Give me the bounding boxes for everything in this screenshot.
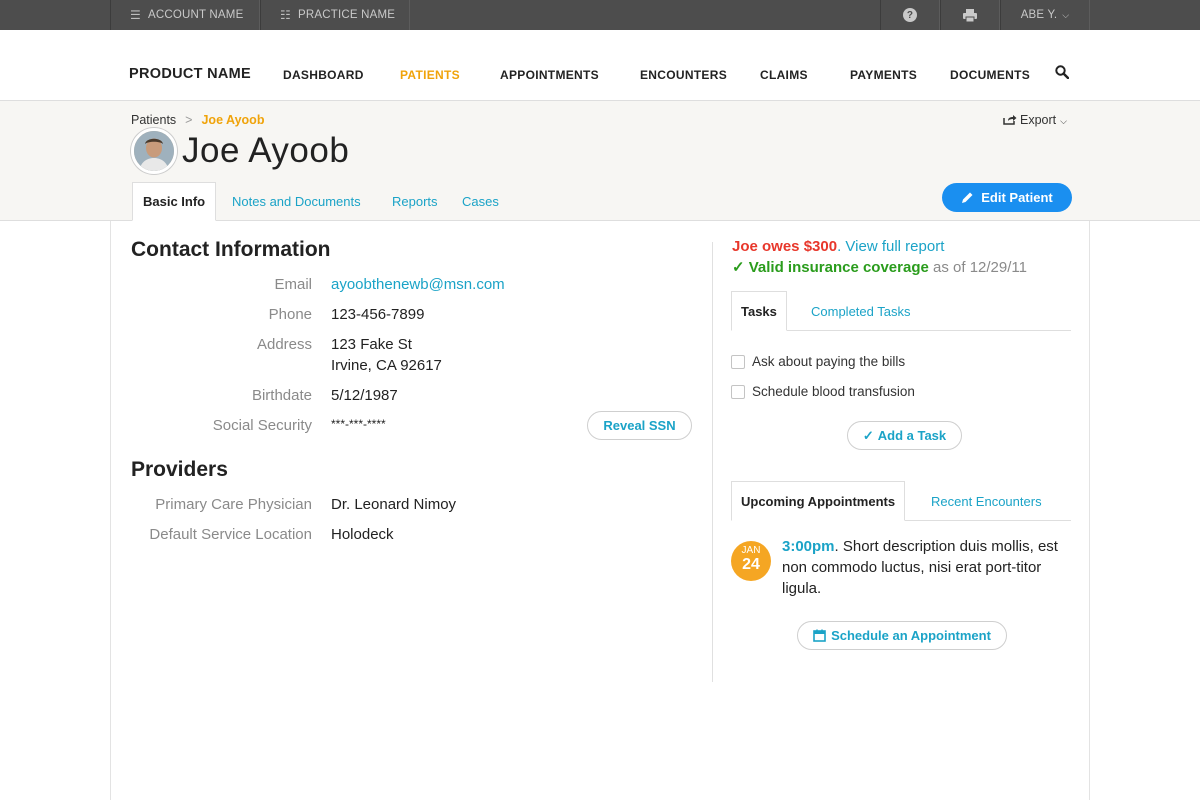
address-line2: Irvine, CA 92617 xyxy=(331,357,442,374)
task-label: Schedule blood transfusion xyxy=(752,384,915,399)
phone-value: 123-456-7899 xyxy=(331,306,425,323)
balance-line: Joe owes $300. View full report xyxy=(732,238,944,255)
pcp-value: Dr. Leonard Nimoy xyxy=(331,496,457,513)
view-full-report-link[interactable]: View full report xyxy=(845,238,944,255)
appointment-month: JAN xyxy=(741,545,761,556)
breadcrumb: Patients > Joe Ayoob xyxy=(131,113,264,127)
patient-avatar xyxy=(131,128,177,174)
print-icon xyxy=(963,8,977,22)
appointment-summary: 3:00pm. Short description duis mollis, e… xyxy=(782,536,1072,599)
patient-name: Joe Ayoob xyxy=(182,131,350,170)
practice-name: PRACTICE NAME xyxy=(297,9,396,21)
nav-item-appointments[interactable]: APPOINTMENTS xyxy=(500,68,599,82)
main-nav: PRODUCT NAME DASHBOARD PATIENTS APPOINTM… xyxy=(0,30,1200,101)
contact-heading: Contact Information xyxy=(131,238,331,261)
nav-item-dashboard[interactable]: DASHBOARD xyxy=(283,68,364,82)
task-item: Ask about paying the bills xyxy=(731,354,905,369)
edit-patient-button[interactable]: Edit Patient xyxy=(942,183,1072,212)
nav-item-payments[interactable]: PAYMENTS xyxy=(850,68,917,82)
schedule-appointment-label: Schedule an Appointment xyxy=(831,628,991,643)
providers-heading: Providers xyxy=(131,458,228,481)
search-icon[interactable] xyxy=(1055,65,1069,79)
chevron-down-icon: ⌵ xyxy=(1062,9,1070,20)
tab-completed-tasks[interactable]: Completed Tasks xyxy=(811,291,910,331)
pcp-label: Primary Care Physician xyxy=(155,496,312,513)
add-task-label: Add a Task xyxy=(877,428,947,443)
menu-icon: ☰ xyxy=(130,8,141,22)
breadcrumb-separator: > xyxy=(185,113,193,127)
appointment-time[interactable]: 3:00pm xyxy=(782,538,835,555)
product-brand[interactable]: PRODUCT NAME xyxy=(129,66,251,82)
account-menu[interactable]: ☰ ACCOUNT NAME xyxy=(110,0,260,30)
appointment-date-badge: JAN 24 xyxy=(731,541,771,581)
help-icon: ? xyxy=(903,8,917,22)
ssn-label: Social Security xyxy=(212,417,312,434)
service-location-value: Holodeck xyxy=(331,526,394,543)
help-button[interactable]: ? xyxy=(880,0,940,30)
tab-reports[interactable]: Reports xyxy=(392,182,438,221)
ssn-value: ***-***-**** xyxy=(331,417,386,431)
share-icon xyxy=(1003,115,1017,125)
column-divider xyxy=(712,242,713,682)
task-label: Ask about paying the bills xyxy=(752,354,906,369)
task-item: Schedule blood transfusion xyxy=(731,384,915,399)
practice-menu[interactable]: ☷ PRACTICE NAME xyxy=(260,0,410,30)
edit-patient-label: Edit Patient xyxy=(981,190,1053,205)
reveal-ssn-button[interactable]: Reveal SSN xyxy=(587,411,692,440)
nav-item-claims[interactable]: CLAIMS xyxy=(760,68,808,82)
utility-bar: ☰ ACCOUNT NAME ☷ PRACTICE NAME ? ABE Y. … xyxy=(0,0,1200,30)
owes-amount: Joe owes $300 xyxy=(732,238,838,255)
tab-notes-and-documents[interactable]: Notes and Documents xyxy=(232,182,361,221)
print-button[interactable] xyxy=(940,0,1000,30)
tab-cases[interactable]: Cases xyxy=(462,182,499,221)
tab-upcoming-appointments[interactable]: Upcoming Appointments xyxy=(731,481,906,521)
insurance-status: ✓ Valid insurance coverage as of 12/29/1… xyxy=(732,258,1027,276)
task-checkbox[interactable] xyxy=(731,384,745,399)
insurance-as-of: as of 12/29/11 xyxy=(933,259,1027,276)
tab-recent-encounters[interactable]: Recent Encounters xyxy=(931,481,1042,521)
tab-basic-info[interactable]: Basic Info xyxy=(132,182,217,221)
service-location-label: Default Service Location xyxy=(149,526,312,543)
nav-item-encounters[interactable]: ENCOUNTERS xyxy=(640,68,727,82)
calendar-icon xyxy=(813,629,826,642)
tab-tasks[interactable]: Tasks xyxy=(731,291,787,331)
task-checkbox[interactable] xyxy=(731,354,745,369)
person-photo-icon xyxy=(134,131,174,171)
owes-period: . xyxy=(837,238,842,255)
check-icon: ✓ xyxy=(862,427,874,443)
add-task-button[interactable]: ✓ Add a Task xyxy=(847,421,962,450)
phone-label: Phone xyxy=(268,306,312,323)
address-label: Address xyxy=(256,336,312,353)
export-label: Export xyxy=(1020,113,1057,127)
email-link[interactable]: ayoobthenewb@msn.com xyxy=(331,276,505,293)
email-label: Email xyxy=(274,276,312,293)
export-button[interactable]: Export ⌵ xyxy=(1003,113,1067,127)
breadcrumb-parent[interactable]: Patients xyxy=(131,113,176,127)
user-menu[interactable]: ABE Y. ⌵ xyxy=(1000,0,1090,30)
breadcrumb-current: Joe Ayoob xyxy=(201,113,265,127)
appointment-day: 24 xyxy=(742,556,760,573)
list-icon: ☷ xyxy=(280,8,291,22)
nav-item-patients[interactable]: PATIENTS xyxy=(400,68,460,82)
account-name: ACCOUNT NAME xyxy=(147,9,244,21)
chevron-down-icon: ⌵ xyxy=(1060,116,1067,126)
birthdate-value: 5/12/1987 xyxy=(331,387,398,404)
schedule-appointment-button[interactable]: Schedule an Appointment xyxy=(797,621,1007,650)
patient-header: Patients > Joe Ayoob Export ⌵ Joe Ayoob Bas… xyxy=(0,101,1200,221)
pencil-icon xyxy=(962,192,973,203)
nav-item-documents[interactable]: DOCUMENTS xyxy=(950,68,1030,82)
insurance-coverage: Valid insurance coverage xyxy=(748,259,929,276)
user-name: ABE Y. xyxy=(1020,9,1058,21)
address-line1: 123 Fake St xyxy=(331,336,412,353)
birthdate-label: Birthdate xyxy=(251,387,312,404)
check-icon: ✓ xyxy=(732,259,745,276)
